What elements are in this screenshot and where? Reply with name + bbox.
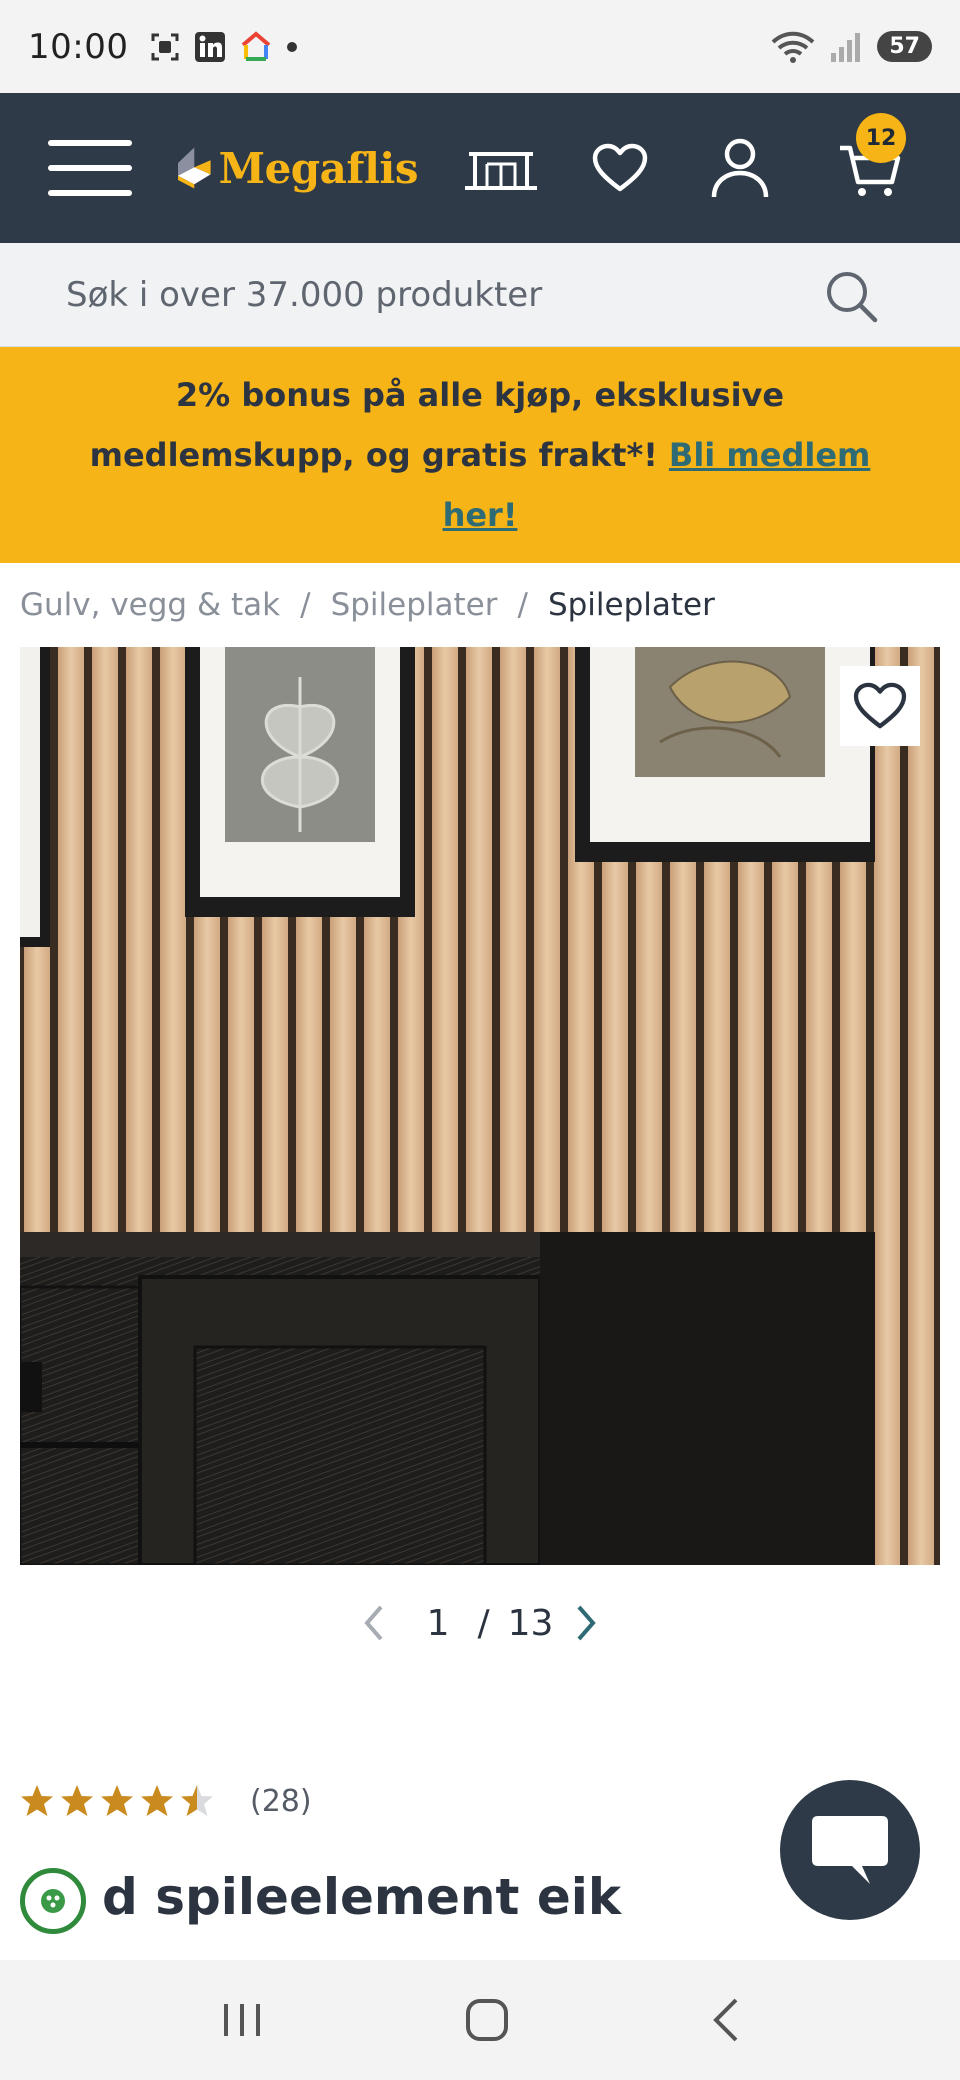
menu-icon [48,140,132,196]
breadcrumb-item[interactable]: Spileplater [331,587,498,623]
logo[interactable]: Megaflis [178,93,419,243]
promo-text: 2% bonus på alle kjøp, eksklusive medlem… [60,365,900,545]
user-icon [711,138,769,198]
search-button[interactable] [822,267,882,327]
heart-icon [592,143,648,192]
star-icon [61,1785,93,1816]
dot-icon [287,41,298,52]
previous-image-button[interactable] [359,1603,389,1643]
menu-button[interactable] [40,93,140,243]
rating-count: (28) [250,1783,312,1819]
showroom-button[interactable] [456,93,546,243]
search-input[interactable] [66,274,766,315]
battery-icon: 57 [877,31,932,62]
product-photo [20,647,940,1565]
star-icon [101,1785,133,1816]
total-images: 13 [507,1602,554,1644]
cart-count-badge: 12 [856,113,906,163]
search-icon [827,272,878,323]
promo-banner: 2% bonus på alle kjøp, eksklusive medlem… [0,347,960,563]
home-button[interactable] [465,1998,509,2042]
logo-text: Megaflis [218,143,419,193]
signal-icon [831,32,861,62]
system-status: 57 [771,30,932,64]
breadcrumb-item[interactable]: Gulv, vegg & tak [20,587,280,623]
back-button[interactable] [710,1998,740,2042]
showroom-icon [465,152,537,190]
breadcrumb-separator: / [517,587,528,623]
product-image[interactable] [20,647,940,1565]
breadcrumb-current: Spileplater [547,587,715,623]
eco-badge-icon [20,1868,86,1934]
cart-button[interactable]: 12 [820,93,920,243]
rating-stars [20,1784,214,1818]
next-image-button[interactable] [571,1603,601,1643]
screenshot-icon [151,33,179,60]
chat-icon [812,1816,888,1884]
recent-apps-button[interactable] [220,2000,264,2040]
chat-button[interactable] [780,1780,920,1920]
heart-icon [853,682,907,729]
breadcrumb: Gulv, vegg & tak / Spileplater / Spilepl… [20,580,715,630]
status-bar: 10:00 57 [0,0,960,93]
search-bar [0,243,960,347]
top-nav: Megaflis 12 [0,93,960,243]
breadcrumb-separator: / [300,587,311,623]
system-nav-bar [0,1960,960,2080]
gallery-pager: 1 / 13 [0,1590,960,1656]
wifi-icon [772,31,815,63]
star-icon [21,1785,53,1816]
current-image-index: 1 [426,1602,450,1644]
star-icon [181,1785,213,1816]
notification-icons [150,30,298,63]
pager-separator: / [477,1602,490,1644]
product-rating[interactable]: (28) [20,1778,312,1824]
star-icon [141,1785,173,1816]
account-button[interactable] [700,93,780,243]
linkedin-icon [195,31,226,62]
add-to-favorites-button[interactable] [840,666,920,746]
logo-icon [178,147,211,189]
status-time: 10:00 [28,26,129,67]
favorites-button[interactable] [580,93,660,243]
google-home-icon [242,30,271,61]
